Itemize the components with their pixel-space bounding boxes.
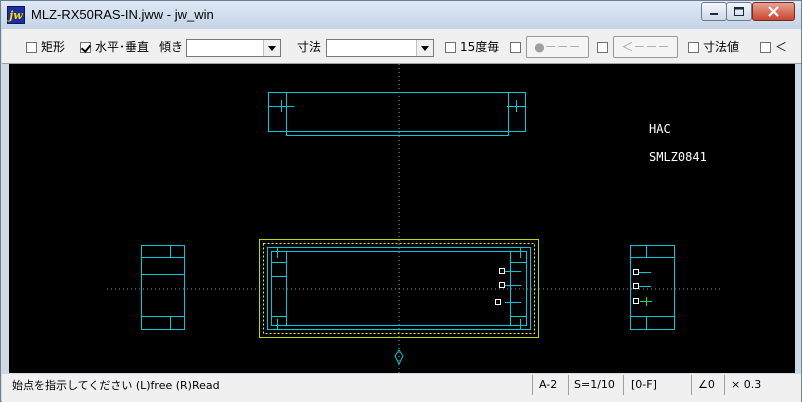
angle-cell[interactable]: ∠0: [691, 375, 724, 395]
close-icon: [768, 6, 779, 17]
label-model: SMLZ0841: [649, 150, 707, 164]
maximize-button[interactable]: [726, 2, 752, 21]
btn1-check-box[interactable]: [510, 42, 521, 53]
maximize-icon: [734, 7, 744, 16]
angle-indicator: ∠0: [698, 378, 715, 391]
dimvalue-label: 寸法値: [703, 40, 740, 54]
scale-indicator: S=1/10: [574, 378, 615, 391]
minimize-icon: [710, 13, 718, 15]
last-label: ＜: [775, 40, 788, 54]
close-button[interactable]: [752, 2, 795, 21]
rect-checkbox[interactable]: 矩形: [26, 39, 65, 55]
factor-cell[interactable]: × 0.3: [724, 375, 800, 395]
front-left-block: [271, 276, 287, 317]
arrow-line-button[interactable]: ＜－－－: [613, 36, 678, 58]
right-side-view: [630, 245, 675, 330]
front-port: [499, 282, 505, 288]
tilt-label: 傾き: [159, 40, 184, 54]
right-side-port: [633, 283, 639, 289]
15deg-check-box[interactable]: [445, 42, 456, 53]
layer-indicator: A-2: [539, 378, 558, 391]
btn1-checkbox[interactable]: [510, 39, 525, 55]
status-bar: 始点を指示してください (L)free (R)Read A-2 S=1/10 […: [2, 374, 801, 402]
drawing-canvas[interactable]: HAC SMLZ0841: [9, 64, 795, 373]
hv-check-box[interactable]: [80, 42, 91, 53]
jw-app-icon[interactable]: jw: [7, 6, 25, 24]
dimvalue-checkbox[interactable]: 寸法値: [688, 39, 739, 55]
dimvalue-check-box[interactable]: [688, 42, 699, 53]
scale-cell[interactable]: S=1/10: [568, 375, 623, 395]
last-checkbox[interactable]: ＜: [760, 39, 787, 55]
minimize-button[interactable]: [701, 2, 727, 21]
app-window: jw MLZ-RX50RAS-IN.jww - jw_win 矩形 水平･垂直 …: [0, 0, 802, 402]
front-port: [495, 299, 501, 305]
center-lines: [107, 64, 721, 373]
15deg-checkbox[interactable]: 15度毎: [445, 39, 499, 55]
top-view: [268, 92, 526, 136]
toolbar: 矩形 水平･垂直 傾き 寸法 15度毎 ●－－－ ＜－－－ 寸法値 ＜: [2, 29, 801, 64]
title-bar[interactable]: jw MLZ-RX50RAS-IN.jww - jw_win: [1, 1, 801, 29]
rect-label: 矩形: [41, 40, 66, 54]
front-port: [499, 268, 505, 274]
horizontal-vertical-checkbox[interactable]: 水平･垂直: [80, 39, 149, 55]
group-indicator: [0-F]: [631, 378, 657, 391]
status-message: 始点を指示してください (L)free (R)Read: [12, 379, 220, 392]
group-cell[interactable]: [0-F]: [623, 375, 691, 395]
chevron-down-icon[interactable]: [263, 40, 280, 56]
right-side-port: [633, 298, 639, 304]
cad-drawing[interactable]: HAC SMLZ0841: [9, 64, 795, 373]
tilt-combobox[interactable]: [186, 39, 281, 57]
layer-cell[interactable]: A-2: [532, 375, 568, 395]
15deg-label: 15度毎: [460, 40, 500, 54]
top-view-inner: [286, 92, 509, 136]
point-line-button[interactable]: ●－－－: [526, 36, 589, 58]
btn2-checkbox[interactable]: [597, 39, 612, 55]
window-title: MLZ-RX50RAS-IN.jww - jw_win: [31, 7, 214, 22]
rect-check-box[interactable]: [26, 42, 37, 53]
last-check-box[interactable]: [760, 42, 771, 53]
dimension-label: 寸法: [297, 40, 322, 54]
top-view-outline: [268, 92, 526, 132]
hv-label: 水平･垂直: [95, 40, 150, 54]
label-hac: HAC: [649, 122, 671, 136]
factor-indicator: × 0.3: [731, 378, 762, 391]
chevron-down-icon[interactable]: [416, 40, 433, 56]
dimension-combobox[interactable]: [326, 39, 434, 57]
btn2-check-box[interactable]: [597, 42, 608, 53]
right-side-port: [633, 269, 639, 275]
left-side-view: [141, 245, 185, 330]
front-view: [259, 239, 539, 366]
